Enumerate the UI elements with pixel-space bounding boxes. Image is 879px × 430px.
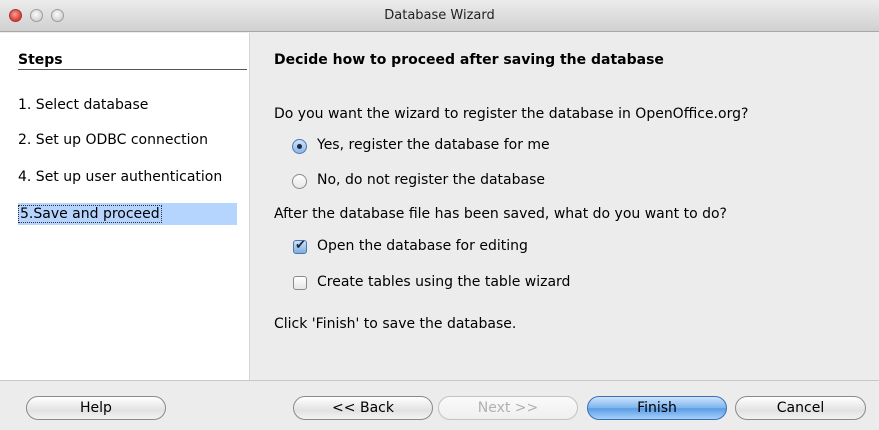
page-heading: Decide how to proceed after saving the d… [274,52,664,68]
step-user-authentication[interactable]: 4. Set up user authentication [18,166,222,188]
step-setup-odbc[interactable]: 2. Set up ODBC connection [18,129,208,151]
step-label: 5.Save and proceed [18,205,162,223]
register-question: Do you want the wizard to register the d… [274,106,749,122]
finish-hint: Click 'Finish' to save the database. [274,316,517,332]
radio-register-no-label[interactable]: No, do not register the database [317,172,545,188]
next-button[interactable]: Next >> [438,396,578,420]
after-save-question: After the database file has been saved, … [274,206,727,222]
database-wizard-window: Database Wizard Steps 1. Select database… [0,0,879,430]
finish-button[interactable]: Finish [587,396,727,420]
radio-register-yes-label[interactable]: Yes, register the database for me [317,137,550,153]
step-label: 4. Set up user authentication [18,169,223,185]
step-save-and-proceed[interactable]: 5.Save and proceed [18,203,237,225]
window-title: Database Wizard [384,8,495,23]
steps-header: Steps [18,52,63,68]
steps-divider [18,69,247,70]
checkbox-create-tables-label[interactable]: Create tables using the table wizard [317,274,570,290]
cancel-button[interactable]: Cancel [735,396,866,420]
radio-register-no[interactable] [292,174,307,189]
back-button[interactable]: << Back [293,396,433,420]
checkbox-create-tables[interactable] [293,276,307,290]
title-bar[interactable]: Database Wizard [0,0,879,32]
step-label: 1. Select database [18,97,149,113]
help-button[interactable]: Help [26,396,166,420]
checkbox-open-database[interactable] [293,238,307,254]
step-label: 2. Set up ODBC connection [18,132,208,148]
step-select-database[interactable]: 1. Select database [18,94,148,116]
checkbox-open-database-label[interactable]: Open the database for editing [317,238,528,254]
radio-register-yes[interactable] [292,139,307,154]
